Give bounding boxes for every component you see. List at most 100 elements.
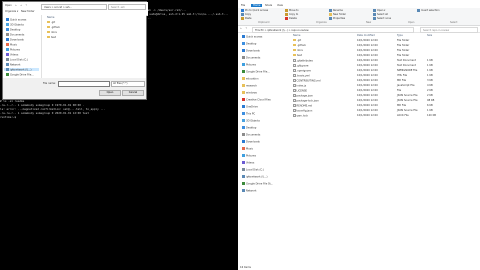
- dialog-nav-item[interactable]: Videos: [6, 53, 18, 56]
- tab-share[interactable]: Share: [265, 4, 272, 7]
- dialog-file-row[interactable]: test: [47, 36, 56, 39]
- file-row[interactable]: .npmignore 10/1/2020 12:00 NPMIGNORE File 1…: [285, 69, 480, 73]
- dialog-nav-item[interactable]: Pictures: [6, 48, 20, 51]
- nav-item[interactable]: Creative Cloud Files: [242, 98, 271, 102]
- file-row[interactable]: .github 10/1/2020 12:00 File folder: [285, 44, 480, 48]
- dialog-nav-item[interactable]: Quick access: [6, 18, 26, 21]
- up-arrow-icon[interactable]: ↑: [25, 4, 27, 7]
- ribbon-select-button[interactable]: Invert selection: [417, 9, 440, 12]
- dialog-nav-item[interactable]: Network: [6, 63, 20, 66]
- file-row[interactable]: tsconfig.json 10/1/2020 12:00 JSON Source …: [285, 109, 480, 113]
- tab-home[interactable]: Home: [251, 4, 263, 7]
- nav-item[interactable]: Google Drive File St...: [242, 182, 273, 186]
- ribbon-item-label: Pin to Quick access: [245, 9, 269, 12]
- column-header-name[interactable]: Name: [47, 16, 54, 19]
- file-row[interactable]: .travis.yml 10/1/2020 12:00 YML File 1 KB: [285, 74, 480, 78]
- file-row[interactable]: test 10/1/2020 12:00 File folder: [285, 54, 480, 58]
- dialog-file-row[interactable]: .git: [47, 21, 55, 24]
- ribbon-select-button[interactable]: Select none: [373, 17, 391, 20]
- file-row[interactable]: yarn.lock 10/1/2020 12:00 LOCK File 120 KB: [285, 114, 480, 118]
- dialog-nav-item[interactable]: Downloads: [6, 38, 24, 41]
- dialog-address-bar[interactable]: Users > sor-rat > ssh...: [41, 4, 107, 10]
- forward-arrow-icon[interactable]: →: [20, 4, 22, 7]
- back-arrow-icon[interactable]: ←: [240, 27, 242, 30]
- dialog-nav-label: Downloads: [10, 38, 24, 42]
- download-icon: [242, 140, 245, 143]
- nav-item[interactable]: OneDrive: [242, 105, 258, 109]
- ribbon-paste-button[interactable]: Paste: [241, 17, 251, 20]
- file-row[interactable]: CONTRIBUTING.md 10/1/2020 12:00 MD File 3 K…: [285, 79, 480, 83]
- nav-item[interactable]: Desktop: [242, 42, 256, 46]
- dialog-nav-item[interactable]: 3D Objects: [6, 23, 24, 26]
- ribbon-rename-button[interactable]: Rename: [329, 9, 343, 12]
- nav-item[interactable]: Music: [242, 147, 253, 151]
- ribbon-select-button[interactable]: Select all: [373, 13, 388, 16]
- terminal-prompt[interactable]: runtime:~$: [0, 115, 18, 119]
- nav-item[interactable]: Videos: [242, 161, 254, 165]
- dialog-nav-item[interactable]: Desktop: [6, 28, 20, 31]
- dialog-nav-label: Desktop: [10, 28, 21, 32]
- ribbon-properties-button[interactable]: Properties: [329, 17, 345, 20]
- nav-item[interactable]: Documents: [242, 133, 260, 137]
- file-row[interactable]: package.json 10/1/2020 12:00 JSON Source F…: [285, 94, 480, 98]
- nav-item[interactable]: Pictures: [242, 154, 256, 158]
- dialog-nav-item[interactable]: ipfsnetwork (\\...): [4, 68, 39, 71]
- nav-item[interactable]: Local Disk (C:): [242, 168, 264, 172]
- file-row[interactable]: package-lock.json 10/1/2020 12:00 JSON Sou…: [285, 99, 480, 103]
- nav-item[interactable]: education: [242, 77, 258, 81]
- ribbon-copy-button[interactable]: Copy to: [285, 13, 298, 16]
- star-icon: [242, 35, 245, 38]
- nav-item-label: Quick access: [246, 35, 263, 39]
- nav-item[interactable]: Network: [242, 189, 256, 193]
- dialog-nav-item[interactable]: Music: [6, 43, 17, 46]
- new-folder-button[interactable]: New folder: [21, 10, 35, 13]
- open-button[interactable]: Open: [99, 90, 121, 96]
- file-row[interactable]: .git 10/1/2020 12:00 File folder: [285, 39, 480, 43]
- cancel-button[interactable]: Cancel: [122, 90, 144, 96]
- nav-item[interactable]: Documents: [242, 56, 260, 60]
- dialog-nav-item[interactable]: Documents: [6, 33, 24, 36]
- nav-item[interactable]: windows: [242, 91, 257, 95]
- file-type-select[interactable]: All files (*.*): [111, 81, 145, 87]
- file-row[interactable]: LICENSE 10/1/2020 12:00 File 2 KB: [285, 89, 480, 93]
- nav-item[interactable]: Downloads: [242, 49, 260, 53]
- file-row[interactable]: docs 10/1/2020 12:00 File folder: [285, 49, 480, 53]
- ribbon-open-button[interactable]: Open ▾: [373, 9, 385, 12]
- nav-item[interactable]: Quick access: [242, 35, 262, 39]
- open-file-dialog[interactable]: Open ← → ↑ Users > sor-rat > ssh... Sear…: [2, 1, 148, 100]
- ribbon-folder-button[interactable]: New folder: [329, 13, 346, 16]
- nav-item[interactable]: ipfsnetwork (\\...): [242, 175, 267, 179]
- back-arrow-icon[interactable]: ←: [15, 4, 17, 7]
- file-explorer-window[interactable]: File Home Share View Pin to Quick access…: [238, 0, 480, 270]
- column-header-name[interactable]: Name: [293, 34, 300, 37]
- file-row[interactable]: .gitattributes 10/1/2020 12:00 Text Docume…: [285, 59, 480, 63]
- nav-item[interactable]: 3D Objects: [242, 119, 260, 123]
- ribbon-pin-button[interactable]: Pin to Quick access: [241, 9, 268, 12]
- tab-view[interactable]: View: [277, 4, 283, 7]
- nav-item[interactable]: research: [242, 84, 257, 88]
- filename-input[interactable]: [58, 81, 110, 87]
- nav-item[interactable]: Downloads: [242, 140, 260, 144]
- nav-item[interactable]: Google Drive File...: [242, 70, 270, 74]
- column-header-date[interactable]: Date modified: [357, 34, 375, 37]
- up-arrow-icon[interactable]: ↑: [245, 27, 247, 30]
- organize-button[interactable]: Organize ▾: [5, 10, 18, 13]
- dialog-nav-item[interactable]: Google Drive File...: [6, 73, 34, 76]
- dialog-search-input[interactable]: Search .ssh: [108, 4, 146, 10]
- file-row[interactable]: README.md 10/1/2020 12:00 MD File 6 KB: [285, 104, 480, 108]
- dialog-file-row[interactable]: .github: [47, 26, 60, 29]
- ribbon-copy-button[interactable]: Copy: [241, 13, 251, 16]
- column-header-size[interactable]: Size: [427, 34, 432, 37]
- file-size: 98 KB: [427, 99, 435, 102]
- dialog-nav-item[interactable]: Local Disk (C:): [6, 58, 28, 61]
- ribbon-move-button[interactable]: Move to: [285, 9, 299, 12]
- nav-item[interactable]: This PC: [242, 112, 255, 116]
- tab-file[interactable]: File: [241, 4, 245, 7]
- file-row[interactable]: index.js 10/1/2020 12:00 JavaScript File 4 …: [285, 84, 480, 88]
- ribbon-delete-button[interactable]: Delete: [285, 17, 297, 20]
- nav-item[interactable]: Pictures: [242, 63, 256, 67]
- dialog-file-row[interactable]: docs: [47, 31, 57, 34]
- nav-item[interactable]: Desktop: [242, 126, 256, 130]
- file-row[interactable]: .gitignore 10/1/2020 12:00 Text Document 1 …: [285, 64, 480, 68]
- column-header-type[interactable]: Type: [397, 34, 403, 37]
